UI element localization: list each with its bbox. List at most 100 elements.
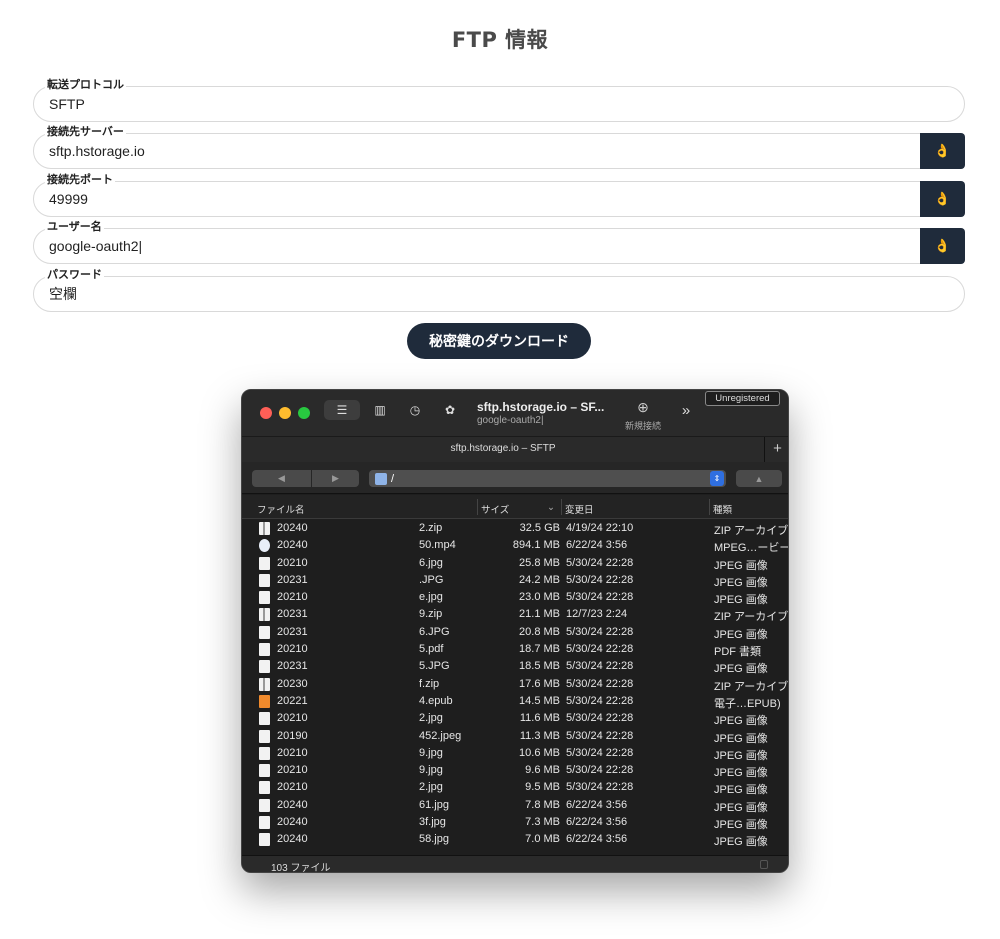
tab-bar: sftp.hstorage.io – SFTP + bbox=[242, 436, 788, 463]
file-date: 12/7/23 2:24 bbox=[566, 608, 628, 621]
file-row[interactable]: 20210 2.jpg 11.6 MB 5/30/24 22:28 JPEG 画像 bbox=[242, 710, 788, 727]
file-row[interactable]: 20210 6.jpg 25.8 MB 5/30/24 22:28 JPEG 画像 bbox=[242, 555, 788, 572]
file-date: 5/30/24 22:28 bbox=[566, 660, 634, 673]
file-kind: JPEG 画像 bbox=[714, 559, 768, 572]
tab-sftp[interactable]: sftp.hstorage.io – SFTP bbox=[242, 443, 764, 454]
column-name[interactable]: ファイル名 bbox=[257, 502, 305, 516]
file-row[interactable]: 20230 f.zip 17.6 MB 5/30/24 22:28 ZIP アーカイブ bbox=[242, 676, 788, 693]
file-row[interactable]: 20210 9.jpg 9.6 MB 5/30/24 22:28 JPEG 画像 bbox=[242, 762, 788, 779]
file-date: 6/22/24 3:56 bbox=[566, 798, 628, 811]
file-size: 10.6 MB bbox=[519, 746, 560, 759]
image-icon bbox=[259, 833, 270, 847]
new-connection-label: 新規接続 bbox=[624, 421, 661, 431]
column-size[interactable]: サイズ bbox=[481, 502, 509, 516]
file-kind: ZIP アーカイブ bbox=[714, 611, 788, 624]
copy-server-button[interactable]: 👌 bbox=[920, 133, 965, 169]
file-row[interactable]: 20240 3f.jpg 7.3 MB 6/22/24 3:56 JPEG 画像 bbox=[242, 814, 788, 831]
back-button[interactable]: ◀ bbox=[252, 470, 311, 487]
protocol-label: 転送プロトコル bbox=[45, 78, 126, 92]
file-name-end: 2.zip bbox=[419, 522, 443, 534]
file-size: 9.5 MB bbox=[525, 781, 560, 794]
zip-icon bbox=[259, 522, 270, 535]
file-date: 6/22/24 3:56 bbox=[566, 833, 628, 846]
file-kind: JPEG 画像 bbox=[714, 784, 768, 797]
file-name-end: 58.jpg bbox=[419, 833, 449, 846]
forward-button[interactable]: ▶ bbox=[312, 470, 359, 487]
new-tab-button[interactable]: + bbox=[764, 437, 788, 463]
file-name-start: 20210 bbox=[277, 781, 308, 794]
file-size: 17.6 MB bbox=[519, 677, 560, 690]
close-window-button[interactable] bbox=[260, 407, 272, 419]
file-row[interactable]: 20221 4.epub 14.5 MB 5/30/24 22:28 電子…EPUB) bbox=[242, 693, 788, 710]
bookmarks-icon[interactable]: ▥ bbox=[370, 400, 390, 420]
file-name-end: .JPG bbox=[419, 573, 444, 586]
image-icon bbox=[259, 798, 270, 812]
file-kind: JPEG 画像 bbox=[714, 576, 768, 589]
file-row[interactable]: 20190 452.jpeg 11.3 MB 5/30/24 22:28 JPEG 画像 bbox=[242, 728, 788, 745]
file-size: 9.6 MB bbox=[525, 764, 560, 777]
navigation-bar: ◀ ▶ / ⇕ ▲ bbox=[242, 462, 788, 494]
copy-port-button[interactable]: 👌 bbox=[920, 181, 965, 217]
file-row[interactable]: 20231 9.zip 21.1 MB 12/7/23 2:24 ZIP アーカイブ bbox=[242, 606, 788, 624]
file-size: 32.5 GB bbox=[519, 522, 560, 534]
file-list: 20240 2.zip 32.5 GB 4/19/24 22:10 ZIP アーカイブ 2… bbox=[242, 520, 788, 849]
copy-username-button[interactable]: 👌 bbox=[920, 228, 965, 264]
parent-folder-button[interactable]: ▲ bbox=[736, 470, 782, 487]
file-row[interactable]: 20231 5.JPG 18.5 MB 5/30/24 22:28 JPEG 画像 bbox=[242, 658, 788, 676]
bookmarks-list-icon[interactable]: ☰ bbox=[324, 400, 360, 420]
minimize-window-button[interactable] bbox=[279, 407, 291, 419]
history-icon[interactable]: ◷ bbox=[405, 400, 425, 420]
username-label: ユーザー名 bbox=[45, 220, 104, 234]
column-modified[interactable]: 変更日 bbox=[565, 502, 594, 516]
file-row[interactable]: 20231 6.JPG 20.8 MB 5/30/24 22:28 JPEG 画像 bbox=[242, 624, 788, 641]
file-row[interactable]: 20240 58.jpg 7.0 MB 6/22/24 3:56 JPEG 画像 bbox=[242, 831, 788, 848]
port-field: 接続先ポート 49999 👌 bbox=[33, 173, 965, 217]
file-kind: JPEG 画像 bbox=[714, 663, 768, 676]
file-size: 18.7 MB bbox=[519, 643, 560, 656]
window-title: sftp.hstorage.io – SF... bbox=[477, 400, 605, 414]
sftp-client-window: ☰ ▥ ◷ ✿ sftp.hstorage.io – SF... google-… bbox=[241, 389, 789, 873]
file-size: 25.8 MB bbox=[519, 556, 560, 569]
file-name-start: 20231 bbox=[277, 573, 308, 586]
file-row[interactable]: 20210 5.pdf 18.7 MB 5/30/24 22:28 PDF 書類 bbox=[242, 641, 788, 658]
file-name-start: 20210 bbox=[277, 764, 308, 777]
zoom-window-button[interactable] bbox=[298, 407, 310, 419]
file-kind: JPEG 画像 bbox=[714, 732, 768, 745]
new-connection-button[interactable]: ⊕ 新規接続 bbox=[620, 398, 666, 432]
file-date: 5/30/24 22:28 bbox=[566, 677, 634, 690]
file-kind: ZIP アーカイブ bbox=[714, 680, 788, 693]
file-name-start: 20240 bbox=[277, 539, 308, 552]
file-size: 21.1 MB bbox=[519, 608, 560, 621]
file-size: 18.5 MB bbox=[519, 660, 560, 673]
download-key-button[interactable]: 秘密鍵のダウンロード bbox=[407, 323, 591, 359]
server-field: 接続先サーバー sftp.hstorage.io 👌 bbox=[33, 125, 965, 169]
image-icon bbox=[259, 781, 270, 795]
file-date: 5/30/24 22:28 bbox=[566, 712, 634, 725]
file-row[interactable]: 20231 .JPG 24.2 MB 5/30/24 22:28 JPEG 画像 bbox=[242, 572, 788, 589]
file-name-start: 20240 bbox=[277, 798, 308, 811]
unregistered-badge[interactable]: Unregistered bbox=[705, 391, 780, 406]
epub-icon bbox=[259, 694, 270, 708]
file-size: 11.6 MB bbox=[519, 712, 560, 725]
bonjour-icon[interactable]: ✿ bbox=[440, 400, 460, 420]
path-selector[interactable]: / ⇕ bbox=[369, 470, 726, 487]
status-bar: 103 ファイル bbox=[242, 855, 788, 872]
password-value[interactable]: 空欄 bbox=[33, 276, 965, 312]
username-value[interactable]: google-oauth2| bbox=[33, 228, 921, 264]
file-row[interactable]: 20240 61.jpg 7.8 MB 6/22/24 3:56 JPEG 画像 bbox=[242, 797, 788, 814]
file-row[interactable]: 20240 2.zip 32.5 GB 4/19/24 22:10 ZIP アーカイブ bbox=[242, 520, 788, 537]
server-value[interactable]: sftp.hstorage.io bbox=[33, 133, 921, 169]
protocol-value[interactable]: SFTP bbox=[33, 86, 965, 122]
file-row[interactable]: 20210 2.jpg 9.5 MB 5/30/24 22:28 JPEG 画像 bbox=[242, 779, 788, 797]
more-icon[interactable]: » bbox=[676, 400, 696, 420]
file-date: 6/22/24 3:56 bbox=[566, 539, 628, 552]
column-kind[interactable]: 種類 bbox=[713, 502, 732, 516]
movie-icon bbox=[259, 539, 270, 553]
file-row[interactable]: 20210 9.jpg 10.6 MB 5/30/24 22:28 JPEG 画像 bbox=[242, 745, 788, 762]
file-size: 24.2 MB bbox=[519, 573, 560, 586]
image-icon bbox=[259, 573, 270, 587]
file-row[interactable]: 20240 50.mp4 894.1 MB 6/22/24 3:56 MPEG…ービー bbox=[242, 537, 788, 554]
file-kind: JPEG 画像 bbox=[714, 749, 768, 762]
file-row[interactable]: 20210 e.jpg 23.0 MB 5/30/24 22:28 JPEG 画像 bbox=[242, 589, 788, 606]
port-value[interactable]: 49999 bbox=[33, 181, 921, 217]
